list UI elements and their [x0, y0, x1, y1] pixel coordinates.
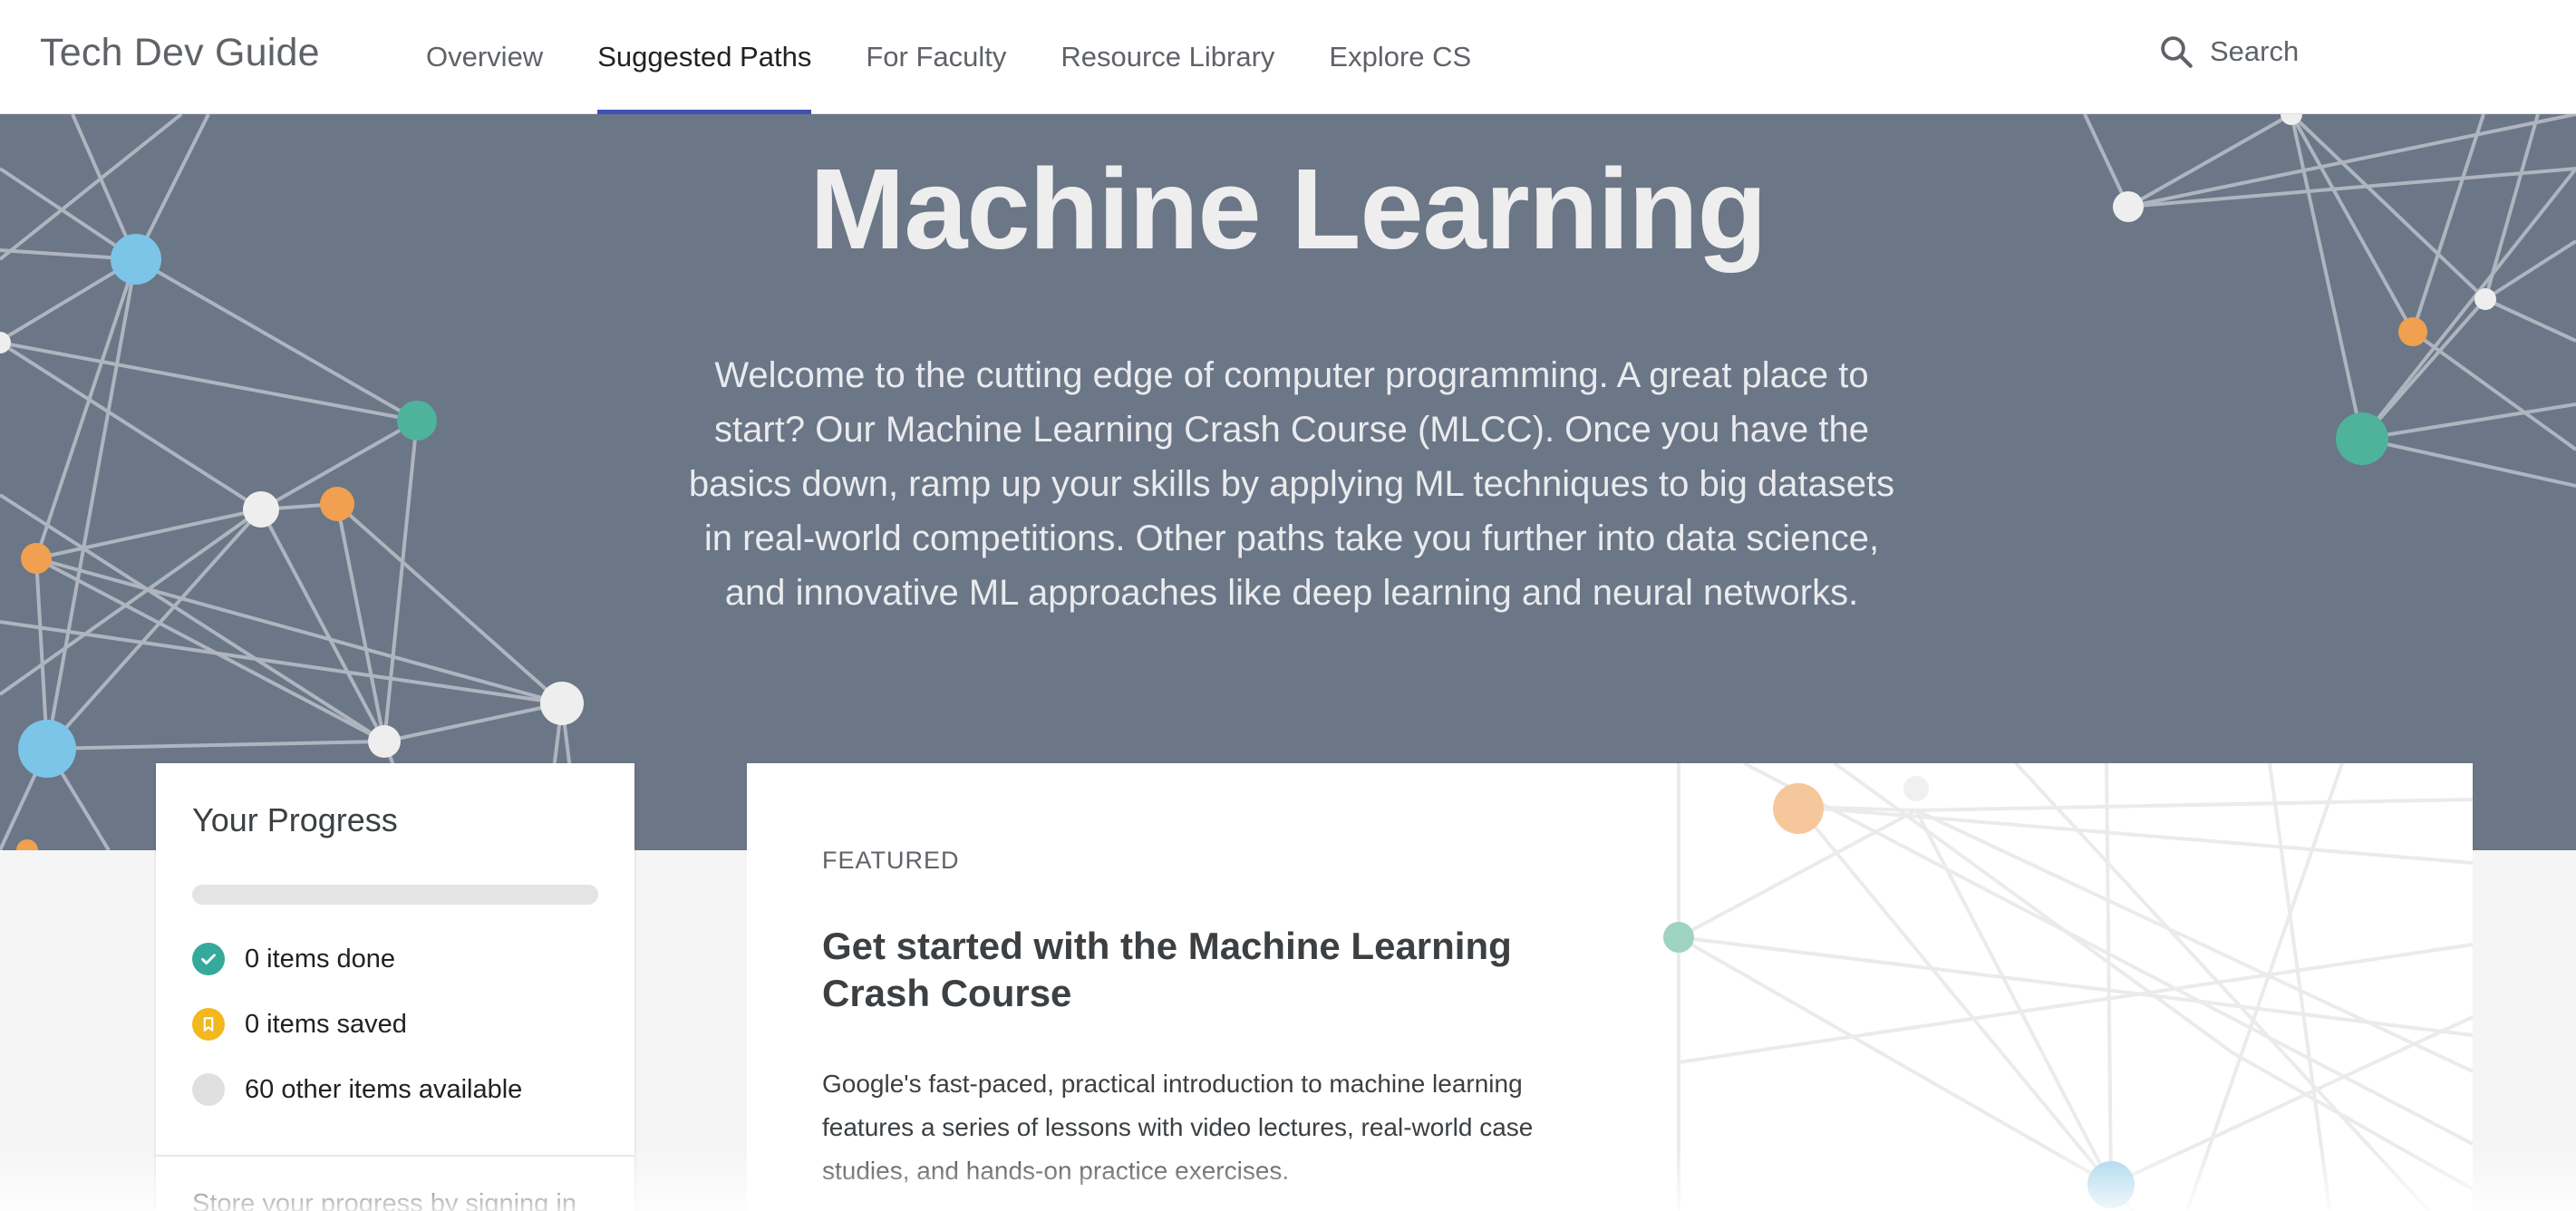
- search-box[interactable]: Search: [2157, 33, 2299, 71]
- progress-bar: [192, 885, 598, 905]
- hero-description: Welcome to the cutting edge of computer …: [688, 355, 1895, 613]
- progress-title: Your Progress: [192, 801, 398, 838]
- items-available-label: 60 other items available: [245, 1074, 523, 1104]
- nav-suggested-paths[interactable]: Suggested Paths: [570, 0, 838, 114]
- brand-logo[interactable]: Tech Dev Guide: [40, 31, 320, 75]
- sign-in-prompt[interactable]: Store your progress by signing in: [192, 1189, 576, 1211]
- top-navigation-bar: Tech Dev Guide Overview Suggested Paths …: [0, 0, 2576, 114]
- page-title: Machine Learning: [809, 145, 1767, 273]
- check-circle-icon: [192, 943, 225, 975]
- featured-description: Google's fast-paced, practical introduct…: [822, 1070, 1534, 1185]
- items-saved-label: 0 items saved: [245, 1009, 407, 1039]
- featured-card[interactable]: FEATURED Get started with the Machine Le…: [747, 763, 2473, 1211]
- empty-circle-icon: [192, 1073, 225, 1106]
- items-available-row: 60 other items available: [192, 1073, 522, 1106]
- search-icon: [2161, 36, 2193, 68]
- divider: [156, 1155, 634, 1157]
- progress-card: Your Progress 0 items done 0 items saved…: [156, 763, 634, 1211]
- nav-for-faculty[interactable]: For Faculty: [838, 0, 1033, 114]
- nav-explore-cs[interactable]: Explore CS: [1302, 0, 1498, 114]
- main-nav: Overview Suggested Paths For Faculty Res…: [399, 0, 1498, 114]
- featured-label: FEATURED: [822, 847, 960, 874]
- items-done-row: 0 items done: [192, 943, 395, 975]
- search-label: Search: [2210, 35, 2300, 67]
- bookmark-icon: [192, 1008, 225, 1041]
- featured-title[interactable]: Get started with the Machine Learning Cr…: [822, 923, 1565, 1017]
- items-done-label: 0 items done: [245, 944, 396, 974]
- items-saved-row: 0 items saved: [192, 1008, 407, 1041]
- nav-overview[interactable]: Overview: [399, 0, 570, 114]
- hero-banner: Machine Learning Welcome to the cutting …: [0, 114, 2576, 850]
- nav-resource-library[interactable]: Resource Library: [1033, 0, 1302, 114]
